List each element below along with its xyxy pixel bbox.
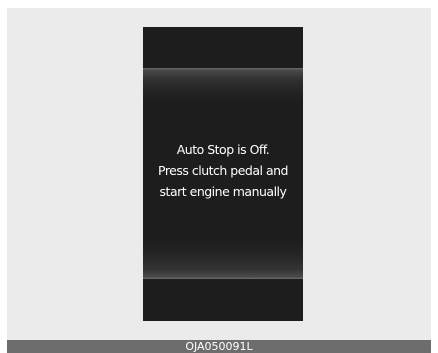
message-line-1: Auto Stop is Off. bbox=[176, 142, 270, 157]
message-line-3: start engine manually bbox=[159, 184, 287, 199]
display-bottom-highlight-band bbox=[143, 239, 303, 279]
display-top-highlight-band bbox=[143, 68, 303, 104]
message-line-2: Press clutch pedal and bbox=[158, 163, 289, 178]
cluster-lcd-display: Auto Stop is Off. Press clutch pedal and… bbox=[143, 27, 303, 321]
figure-code-caption: OJA050091L bbox=[7, 340, 431, 353]
auto-stop-message: Auto Stop is Off. Press clutch pedal and… bbox=[143, 139, 303, 202]
